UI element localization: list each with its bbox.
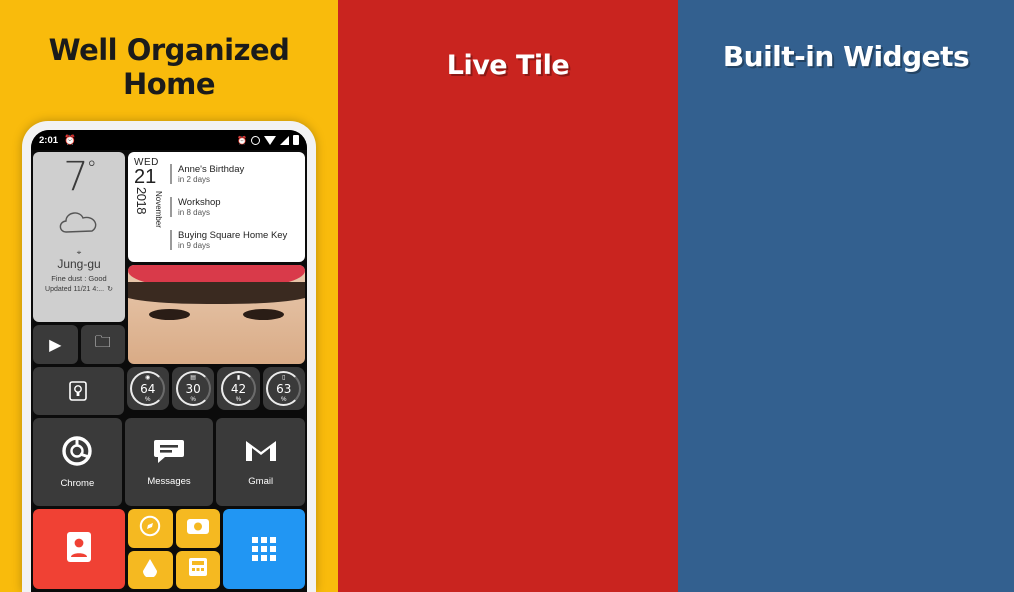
app-gmail[interactable]: Gmail	[216, 418, 306, 506]
alarm-icon: ⏰	[64, 134, 76, 146]
location-pin-icon: ⌖	[76, 248, 82, 257]
gauge-tile[interactable]: 30 ▤ %	[171, 367, 215, 410]
list-item[interactable]: Buying Square Home Key in 9 days	[170, 229, 299, 250]
calendar-month: November	[154, 191, 163, 228]
weather-updated: Updated 11/21 4:... ↻	[45, 285, 113, 294]
calendar-day: 21	[134, 166, 157, 188]
status-bar-1: 2:01 ⏰ ⏰	[31, 130, 307, 150]
panel-well-organized-home: Well Organized Home 2:01 ⏰ ⏰ 7° ⌖ Jung-g…	[0, 0, 338, 592]
weather-widget[interactable]: 7° ⌖ Jung-gu Fine dust : Good Updated 11…	[33, 152, 125, 322]
play-store-icon[interactable]: ▶	[33, 325, 78, 364]
app-messages[interactable]: Messages	[124, 418, 214, 506]
storage-icon: ▤	[190, 375, 196, 381]
gmail-icon	[244, 438, 278, 471]
calendar-event-list: Anne's Birthday in 2 days Workshop in 8 …	[170, 157, 299, 257]
contacts-tile[interactable]	[33, 509, 125, 589]
compass-tile[interactable]	[128, 509, 173, 548]
panel-2-headline: Live Tile	[446, 50, 570, 81]
photo-eye-left	[149, 309, 190, 321]
panel-1-headline: Well Organized Home	[48, 33, 290, 101]
app-drawer-icon	[252, 537, 276, 561]
drop-icon	[141, 557, 159, 582]
chrome-icon	[62, 435, 93, 473]
file-manager-icon[interactable]: 🗀	[80, 325, 125, 364]
app-chrome[interactable]: Chrome	[33, 418, 122, 506]
weather-dust: Fine dust : Good	[51, 274, 107, 283]
brightness-icon: ◉	[145, 375, 151, 381]
battery-icon: ▯	[282, 375, 286, 381]
screenshot-stage: Well Organized Home 2:01 ⏰ ⏰ 7° ⌖ Jung-g…	[0, 0, 1014, 592]
photo-eye-right	[243, 309, 284, 321]
wifi-icon	[264, 135, 276, 145]
weather-tile[interactable]	[128, 550, 173, 589]
weather-city: Jung-gu	[57, 257, 101, 271]
alarm-icon: ⏰	[237, 135, 247, 145]
app-label: Chrome	[60, 477, 95, 489]
battery-icon	[293, 135, 299, 145]
camera-icon	[186, 516, 210, 541]
photo-hair	[128, 282, 305, 305]
status-time: 2:01	[39, 134, 59, 146]
panel-3-headline: Built-in Widgets	[722, 40, 970, 73]
photo-widget[interactable]	[128, 264, 305, 364]
weather-temperature: 7°	[63, 154, 96, 200]
clock-icon	[251, 135, 260, 145]
app-label: Gmail	[248, 475, 274, 487]
panel-live-tile: Live Tile 2:01 ⏰ ⏰	[338, 0, 678, 592]
compass-icon	[139, 515, 161, 542]
calendar-year: 2018	[134, 187, 149, 214]
app-drawer-tile[interactable]	[223, 509, 305, 589]
camera-tile[interactable]	[175, 509, 220, 548]
bulb-icon[interactable]	[33, 367, 124, 415]
list-item[interactable]: Anne's Birthday in 2 days	[170, 163, 299, 184]
gauge-tile[interactable]: 63 ▯ %	[262, 367, 305, 410]
calendar-date-block: WED 21 2018 November	[134, 157, 170, 257]
signal-icon	[280, 135, 289, 145]
ram-icon: ▮	[236, 375, 241, 381]
list-item[interactable]: Workshop in 8 days	[170, 196, 299, 217]
app-label: Messages	[147, 475, 191, 487]
contacts-icon	[64, 530, 94, 569]
phone-mockup-1: 2:01 ⏰ ⏰ 7° ⌖ Jung-gu Fine dust: Good U…	[22, 121, 316, 592]
refresh-icon[interactable]: ↻	[107, 285, 113, 293]
gauge-tile[interactable]: 64 ◉ %	[126, 367, 169, 410]
panel-built-in-widgets: Built-in Widgets Clock & Calendar	[678, 0, 1014, 592]
calculator-icon	[188, 557, 208, 582]
calculator-tile[interactable]	[175, 550, 220, 589]
messages-icon	[153, 438, 185, 471]
home-screen-1: 7° ⌖ Jung-gu Fine dust : Good Updated 11…	[31, 150, 307, 592]
gauge-tile[interactable]: 42 ▮ %	[217, 367, 260, 410]
cloud-icon	[56, 208, 102, 239]
phone-screen-1: 2:01 ⏰ ⏰ 7° ⌖ Jung-gu Fine dust: Good U…	[31, 130, 307, 592]
calendar-widget[interactable]: WED 21 2018 November Anne's Birthday in …	[128, 152, 305, 262]
